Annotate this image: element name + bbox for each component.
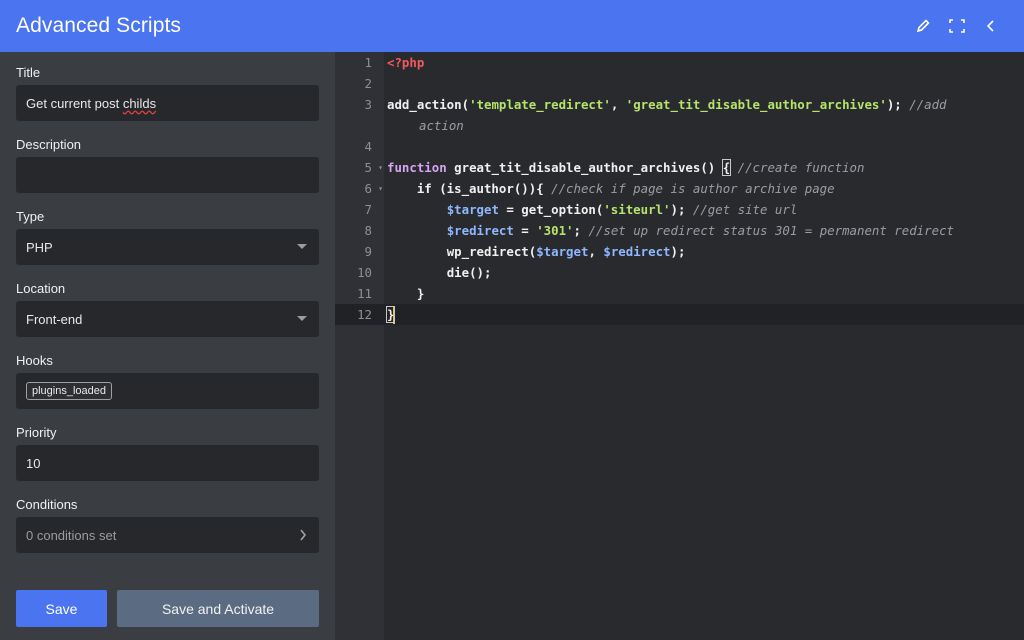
location-label: Location bbox=[16, 281, 66, 296]
location-select[interactable]: Front-end bbox=[16, 301, 319, 337]
code-token: , bbox=[610, 97, 626, 112]
description-label: Description bbox=[16, 137, 82, 152]
edit-button[interactable] bbox=[906, 9, 940, 43]
title-input-misspelled-word: childs bbox=[122, 95, 157, 111]
type-select[interactable]: PHP bbox=[16, 229, 319, 265]
conditions-summary: 0 conditions set bbox=[26, 527, 117, 543]
code-string: '301' bbox=[536, 223, 574, 238]
line-number: 7 bbox=[364, 202, 372, 217]
code-line[interactable]: 9 wp_redirect($target, $redirect); bbox=[335, 241, 1024, 262]
code-token: ); bbox=[886, 97, 910, 112]
priority-input-value: 10 bbox=[26, 455, 41, 471]
type-label: Type bbox=[16, 209, 45, 224]
line-number: 8 bbox=[364, 223, 372, 238]
description-input[interactable] bbox=[16, 157, 319, 193]
code-string: 'template_redirect' bbox=[469, 97, 611, 112]
code-token: ); bbox=[670, 244, 686, 259]
code-comment: //create function bbox=[730, 160, 865, 175]
line-number: 12 bbox=[357, 307, 372, 322]
save-button[interactable]: Save bbox=[16, 590, 107, 627]
code-variable: $redirect bbox=[446, 223, 514, 238]
text-cursor bbox=[393, 307, 396, 324]
caret-down-icon bbox=[297, 244, 307, 249]
code-keyword: function bbox=[387, 160, 447, 175]
title-input-value: Get current post bbox=[26, 95, 123, 111]
code-line[interactable]: 3 add_action('template_redirect', 'great… bbox=[335, 94, 1024, 115]
app-title: Advanced Scripts bbox=[16, 14, 182, 37]
code-token: great_tit_disable_author_archives() bbox=[446, 160, 723, 175]
code-line-wrapped[interactable]: action bbox=[335, 115, 1024, 136]
code-line-active[interactable]: 12 } bbox=[335, 304, 1024, 325]
line-number: 10 bbox=[357, 265, 372, 280]
line-number bbox=[335, 115, 384, 136]
code-variable: $target bbox=[536, 244, 589, 259]
code-line[interactable]: 11 } bbox=[335, 283, 1024, 304]
code-line[interactable]: 4 bbox=[335, 136, 1024, 157]
code-comment: //get site url bbox=[692, 202, 798, 217]
line-number: 5 bbox=[364, 160, 372, 175]
code-line[interactable]: 7 $target = get_option('siteurl'); //get… bbox=[335, 199, 1024, 220]
chevron-right-icon bbox=[299, 528, 307, 545]
line-number: 2 bbox=[364, 76, 372, 91]
line-number: 9 bbox=[364, 244, 372, 259]
code-comment: //check if page is author archive page bbox=[551, 181, 835, 196]
line-number: 11 bbox=[357, 286, 372, 301]
code-variable: $redirect bbox=[603, 244, 671, 259]
title-input[interactable]: Get current post childs bbox=[16, 85, 319, 121]
code-token: = bbox=[513, 223, 537, 238]
line-number: 3 bbox=[364, 97, 372, 112]
code-token: if (is_author()){ bbox=[387, 181, 552, 196]
code-token: wp_redirect( bbox=[446, 244, 537, 259]
line-number: 4 bbox=[364, 139, 372, 154]
code-comment: //set up redirect status 301 = permanent… bbox=[588, 223, 954, 238]
chevron-left-icon bbox=[986, 20, 994, 32]
code-string: 'siteurl' bbox=[603, 202, 671, 217]
fold-arrow-icon[interactable]: ▾ bbox=[378, 157, 383, 178]
conditions-selector[interactable]: 0 conditions set bbox=[16, 517, 319, 553]
code-token: = get_option( bbox=[498, 202, 604, 217]
priority-input[interactable]: 10 bbox=[16, 445, 319, 481]
line-number: 1 bbox=[364, 55, 372, 70]
code-variable: $target bbox=[446, 202, 499, 217]
app-header: Advanced Scripts bbox=[0, 0, 1024, 52]
fullscreen-icon bbox=[949, 19, 965, 33]
conditions-label: Conditions bbox=[16, 497, 78, 512]
priority-label: Priority bbox=[16, 425, 57, 440]
title-label: Title bbox=[16, 65, 41, 80]
code-string: 'great_tit_disable_author_archives' bbox=[625, 97, 887, 112]
code-line[interactable]: 2 bbox=[335, 73, 1024, 94]
code-token: ); bbox=[670, 202, 693, 217]
line-number: 6 bbox=[364, 181, 372, 196]
location-select-value: Front-end bbox=[26, 311, 83, 327]
code-line[interactable]: 8 $redirect = '301'; //set up redirect s… bbox=[335, 220, 1024, 241]
code-comment: //add bbox=[909, 97, 947, 112]
caret-down-icon bbox=[297, 316, 307, 321]
fullscreen-button[interactable] bbox=[940, 9, 974, 43]
code-token: , bbox=[588, 244, 604, 259]
code-line[interactable]: 6 ▾ if (is_author()){ //check if page is … bbox=[335, 178, 1024, 199]
script-settings-panel: Title Get current post childs Descriptio… bbox=[0, 52, 335, 640]
code-token: die(); bbox=[446, 265, 492, 280]
php-open-tag: <?php bbox=[387, 55, 425, 70]
pencil-icon bbox=[916, 19, 930, 33]
type-select-value: PHP bbox=[26, 239, 53, 255]
save-and-activate-button[interactable]: Save and Activate bbox=[117, 590, 319, 627]
collapse-button[interactable] bbox=[974, 9, 1008, 43]
code-token: } bbox=[416, 286, 425, 301]
hooks-label: Hooks bbox=[16, 353, 53, 368]
code-token: add_action( bbox=[387, 97, 470, 112]
hooks-input[interactable]: plugins_loaded bbox=[16, 373, 319, 409]
code-comment: action bbox=[419, 118, 464, 133]
code-token: ; bbox=[573, 223, 589, 238]
code-line[interactable]: 1 <?php bbox=[335, 52, 1024, 73]
action-buttons: Save Save and Activate bbox=[16, 590, 319, 627]
code-line[interactable]: 10 die(); bbox=[335, 262, 1024, 283]
code-line[interactable]: 5 ▾ function great_tit_disable_author_arc… bbox=[335, 157, 1024, 178]
fold-arrow-icon[interactable]: ▾ bbox=[378, 178, 383, 199]
code-editor[interactable]: 1 <?php 2 3 add_action('template_redirec… bbox=[335, 52, 1024, 640]
hook-tag[interactable]: plugins_loaded bbox=[26, 382, 113, 400]
code-lines[interactable]: 1 <?php 2 3 add_action('template_redirec… bbox=[335, 52, 1024, 325]
